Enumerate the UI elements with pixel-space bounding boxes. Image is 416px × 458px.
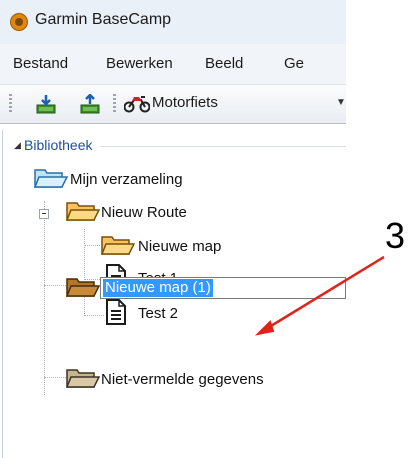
tree-line-branch <box>44 377 66 378</box>
folder-open-icon <box>100 234 136 261</box>
folder-open-blue-icon <box>33 167 69 194</box>
garmin-app-icon <box>10 13 28 31</box>
folder-dark-icon <box>65 276 101 303</box>
menu-bar: Bestand Bewerken Beeld Ge <box>0 44 346 85</box>
tree-node-my-collection[interactable]: Mijn verzameling <box>70 171 183 188</box>
title-bar: Garmin BaseCamp <box>0 0 346 44</box>
rename-input[interactable]: Nieuwe map (1) <box>100 277 346 299</box>
menu-ga-naar[interactable]: Ge <box>284 55 304 72</box>
tree-line-branch <box>84 315 104 316</box>
toolbar: Motorfiets ▼ <box>0 85 346 124</box>
window-title: Garmin BaseCamp <box>35 11 172 28</box>
tree-node-nieuwe-map[interactable]: Nieuwe map <box>138 238 221 255</box>
library-root-label[interactable]: Bibliotheek <box>24 137 93 153</box>
dropdown-arrow-icon[interactable]: ▼ <box>336 97 346 108</box>
activity-profile-dropdown[interactable]: Motorfiets ▼ <box>118 90 346 116</box>
collapse-triangle-icon[interactable]: ◢ <box>14 140 21 151</box>
toolbar-grip[interactable] <box>9 94 12 114</box>
send-to-device-icon[interactable] <box>79 93 101 114</box>
tree-node-unlisted-data[interactable]: Niet-vermelde gegevens <box>101 371 264 388</box>
callout-number: 3 <box>385 215 406 256</box>
route-document-icon <box>106 299 126 330</box>
motorcycle-icon <box>123 93 151 118</box>
activity-profile-value: Motorfiets <box>152 94 218 111</box>
tree-node-test-2[interactable]: Test 2 <box>138 305 178 322</box>
tree-line-branch <box>44 285 66 286</box>
receive-from-device-icon[interactable] <box>35 94 57 114</box>
toolbar-separator <box>113 94 116 114</box>
tree-line-vertical-main <box>44 201 45 395</box>
tree-line-branch <box>84 245 100 246</box>
menu-bestand[interactable]: Bestand <box>13 55 68 72</box>
menu-beeld[interactable]: Beeld <box>205 55 243 72</box>
rename-input-selected-text: Nieuwe map (1) <box>103 279 213 297</box>
tree-expander-minus-icon[interactable] <box>39 209 49 219</box>
library-header-divider <box>100 146 346 147</box>
folder-open-icon <box>65 200 101 227</box>
basecamp-window: Garmin BaseCamp Bestand Bewerken Beeld G… <box>0 0 346 458</box>
folder-gray-icon <box>65 367 101 394</box>
tree-node-nieuw-route[interactable]: Nieuw Route <box>101 204 187 221</box>
menu-bewerken[interactable]: Bewerken <box>106 55 173 72</box>
